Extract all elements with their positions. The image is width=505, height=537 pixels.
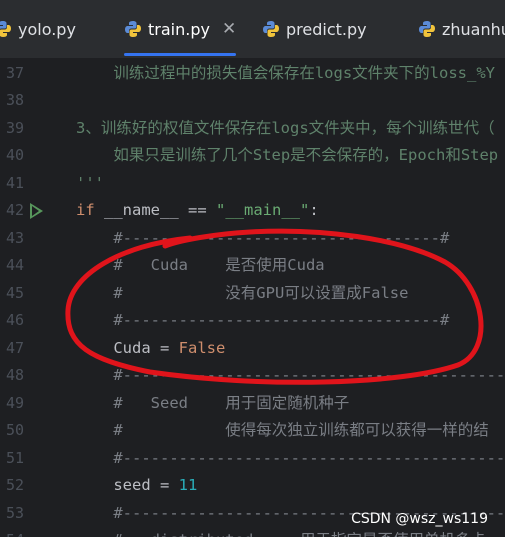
code-line[interactable]: 45 # 没有GPU可以设置成False bbox=[0, 280, 505, 308]
code-line[interactable]: 54 # distributed 用于指定是否使用单机多卡 bbox=[0, 527, 505, 537]
code-token: __name__ == bbox=[94, 201, 216, 219]
line-number: 50 bbox=[5, 421, 24, 439]
code-text: #---------------------------------------… bbox=[76, 448, 505, 467]
tab-label: yolo.py bbox=[18, 19, 76, 39]
code-token: False bbox=[178, 338, 226, 357]
line-number: 48 bbox=[5, 366, 24, 384]
tab-train-py[interactable]: train.py ✕ bbox=[124, 0, 237, 58]
code-text: # Cuda 是否使用Cuda bbox=[76, 256, 325, 274]
code-line[interactable]: 48 #------------------------------------… bbox=[0, 362, 505, 390]
code-line[interactable]: 46 #----------------------------------# bbox=[0, 307, 505, 335]
line-number: 53 bbox=[5, 503, 24, 522]
line-number: 37 bbox=[5, 63, 24, 82]
code-token: "__main__" bbox=[216, 201, 310, 219]
code-text: 3、训练好的权值文件保存在logs文件夹中，每个训练世代（ bbox=[76, 118, 495, 137]
line-number: 49 bbox=[5, 393, 24, 412]
code-text: Cuda = False bbox=[76, 335, 225, 363]
line-number: 42 bbox=[5, 201, 24, 219]
code-token: Cuda = bbox=[76, 338, 179, 357]
line-number: 54 bbox=[0, 527, 24, 537]
python-file-icon bbox=[0, 21, 11, 37]
code-text: # 没有GPU可以设置成False bbox=[76, 283, 409, 302]
code-line[interactable]: 42 if __name__ == "__main__": bbox=[0, 197, 505, 225]
code-text: if __name__ == "__main__": bbox=[76, 197, 319, 225]
code-token: seed = bbox=[76, 476, 179, 494]
code-text: #----------------------------------# bbox=[76, 228, 450, 247]
csdn-watermark: CSDN @wsz_ws119 bbox=[351, 511, 488, 527]
code-text: # Seed 用于固定随机种子 bbox=[76, 393, 350, 412]
code-line[interactable]: 37 训练过程中的损失值会保存在logs文件夹下的loss_%Y bbox=[0, 60, 505, 88]
code-line[interactable]: 51 #------------------------------------… bbox=[0, 445, 505, 473]
line-number: 43 bbox=[5, 228, 24, 247]
editor-tab-bar: yolo.py train.py ✕ predict.py zhuanhu bbox=[0, 0, 505, 59]
code-line[interactable]: 47 Cuda = False bbox=[0, 335, 505, 363]
code-text: 训练过程中的损失值会保存在logs文件夹下的loss_%Y bbox=[76, 63, 495, 82]
line-number: 46 bbox=[5, 311, 24, 329]
line-number: 41 bbox=[5, 173, 24, 192]
line-number: 44 bbox=[5, 256, 24, 274]
python-file-icon bbox=[125, 21, 141, 37]
code-token: 11 bbox=[178, 476, 198, 494]
tab-zhuanhu[interactable]: zhuanhu bbox=[418, 0, 505, 58]
close-tab-icon[interactable]: ✕ bbox=[222, 19, 236, 39]
tab-label: zhuanhu bbox=[442, 19, 505, 39]
line-number: 39 bbox=[5, 118, 24, 137]
run-icon[interactable] bbox=[30, 203, 43, 219]
code-token: if bbox=[76, 201, 95, 219]
code-line[interactable]: 50 # 使得每次独立训练都可以获得一样的结 bbox=[0, 417, 505, 445]
line-number: 40 bbox=[5, 146, 24, 164]
code-text: #----------------------------------# bbox=[76, 311, 450, 329]
line-number: 52 bbox=[5, 476, 24, 494]
code-line[interactable]: 43 #----------------------------------# bbox=[0, 225, 505, 253]
python-file-icon bbox=[263, 21, 279, 37]
code-line[interactable]: 44 # Cuda 是否使用Cuda bbox=[0, 252, 505, 280]
code-text: 如果只是训练了几个Step是不会保存的，Epoch和Step bbox=[76, 146, 499, 164]
code-text: seed = 11 bbox=[76, 472, 197, 500]
line-number: 45 bbox=[5, 283, 24, 302]
line-number: 38 bbox=[5, 91, 24, 109]
python-file-icon bbox=[419, 21, 435, 37]
code-text: #---------------------------------------… bbox=[76, 366, 505, 384]
code-line[interactable]: 39 3、训练好的权值文件保存在logs文件夹中，每个训练世代（ bbox=[0, 115, 505, 143]
tab-predict-py[interactable]: predict.py bbox=[262, 0, 367, 58]
tab-label: train.py bbox=[148, 19, 210, 39]
code-line[interactable]: 38 bbox=[0, 87, 505, 115]
tab-yolo-py[interactable]: yolo.py bbox=[0, 0, 76, 58]
code-token: : bbox=[309, 201, 319, 219]
code-line[interactable]: 52 seed = 11 bbox=[0, 472, 505, 500]
code-line[interactable]: 49 # Seed 用于固定随机种子 bbox=[0, 390, 505, 418]
code-editor[interactable]: 37 训练过程中的损失值会保存在logs文件夹下的loss_%Y 38 39 3、训练… bbox=[0, 59, 505, 537]
code-text: # 使得每次独立训练都可以获得一样的结 bbox=[76, 421, 489, 439]
code-line[interactable]: 40 如果只是训练了几个Step是不会保存的，Epoch和Step bbox=[0, 142, 505, 170]
code-text: # distributed 用于指定是否使用单机多卡 bbox=[76, 527, 486, 537]
tab-label: predict.py bbox=[286, 19, 367, 39]
line-number: 47 bbox=[5, 338, 24, 357]
code-line[interactable]: 41 ''' bbox=[0, 170, 505, 198]
code-text: ''' bbox=[76, 173, 104, 192]
line-number: 51 bbox=[5, 448, 24, 467]
